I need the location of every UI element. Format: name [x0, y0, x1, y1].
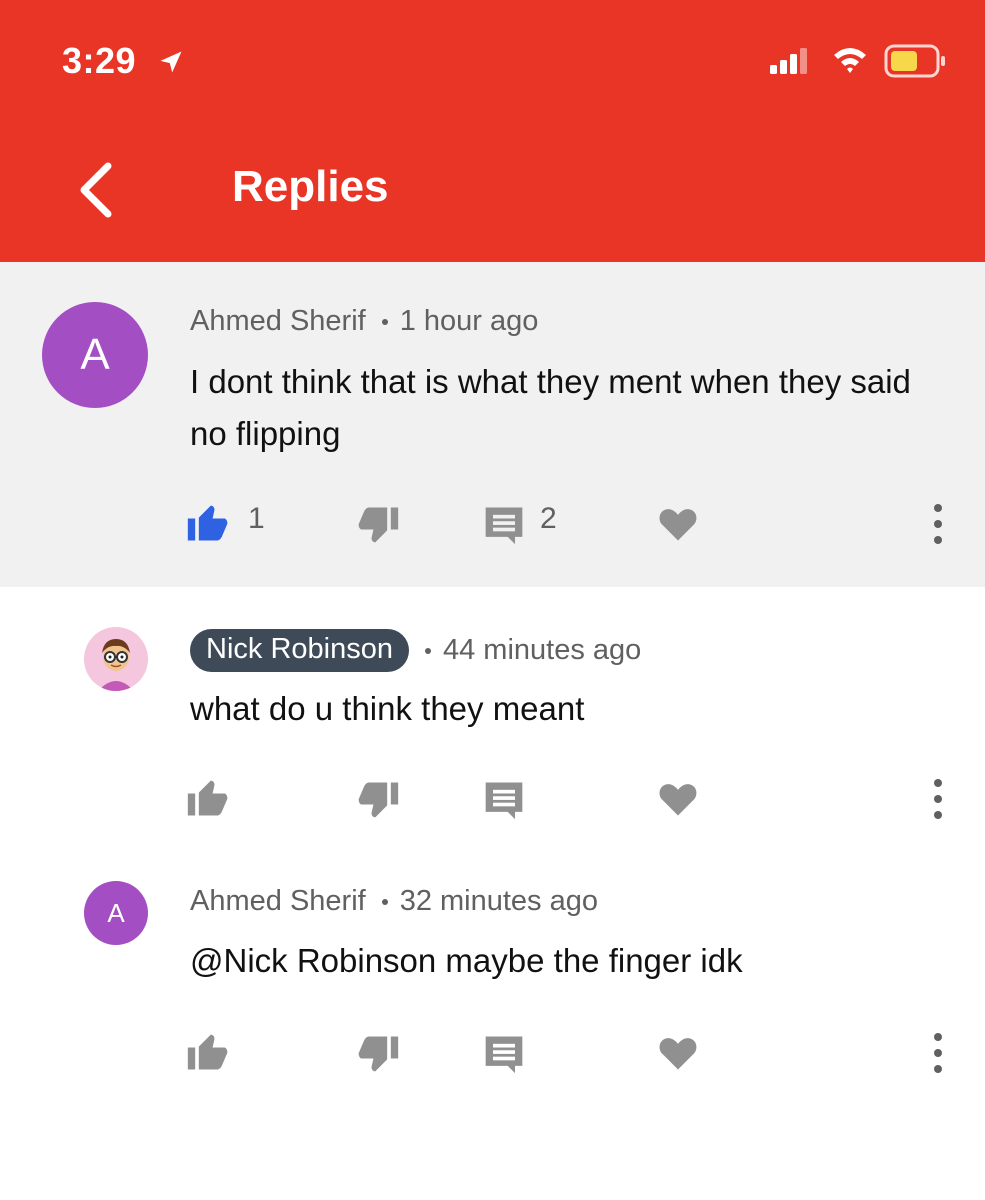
reply-count: 2 — [540, 502, 557, 535]
thumbs-up-icon[interactable] — [186, 777, 230, 821]
like-count: 1 — [248, 502, 265, 535]
avatar[interactable]: A — [42, 302, 148, 408]
more-options-icon[interactable] — [920, 502, 956, 546]
battery-icon — [884, 44, 945, 78]
comment-time: 1 hour ago — [399, 305, 539, 337]
wifi-icon — [834, 48, 866, 73]
comment-actions — [0, 1021, 985, 1081]
heart-icon[interactable] — [656, 777, 700, 821]
heart-icon[interactable] — [656, 502, 700, 546]
thumbs-up-icon[interactable] — [186, 502, 230, 546]
status-time: 3:29 — [62, 40, 137, 81]
reply-icon[interactable] — [482, 777, 526, 821]
avatar-letter: A — [107, 897, 125, 928]
more-options-icon[interactable] — [920, 777, 956, 821]
comment-time: 32 minutes ago — [399, 885, 599, 917]
comment-time: 44 minutes ago — [442, 634, 642, 666]
comment-author[interactable]: Ahmed Sherif — [190, 305, 366, 338]
cellular-signal-icon — [770, 48, 807, 74]
reply-icon[interactable] — [482, 1031, 526, 1075]
separator-dot — [381, 318, 388, 325]
location-arrow-icon — [160, 51, 182, 73]
comment-actions — [0, 767, 985, 827]
comment-author-chip[interactable]: Nick Robinson — [190, 629, 409, 672]
comment-meta: Ahmed Sherif 32 minutes ago — [190, 885, 598, 918]
thumbs-down-icon[interactable] — [356, 777, 400, 821]
comment-text: @Nick Robinson maybe the finger idk — [190, 942, 743, 979]
comment-meta: Ahmed Sherif 1 hour ago — [190, 305, 538, 338]
avatar[interactable]: A — [84, 881, 148, 945]
comment-text: what do u think they meant — [190, 690, 585, 727]
comment-actions: 1 2 — [0, 492, 985, 552]
thumbs-down-icon[interactable] — [356, 502, 400, 546]
reply-icon[interactable] — [482, 502, 526, 546]
more-options-icon[interactable] — [920, 1031, 956, 1075]
avatar[interactable] — [84, 627, 148, 691]
comment-author[interactable]: Ahmed Sherif — [190, 885, 366, 918]
parent-comment: A Ahmed Sherif 1 hour ago I dont think t… — [0, 262, 985, 587]
comment-meta: Nick Robinson 44 minutes ago — [190, 629, 641, 672]
app-header: 3:29 Replies — [0, 0, 985, 262]
page-title: Replies — [232, 162, 389, 211]
cartoon-avatar-icon — [84, 627, 148, 691]
back-arrow-icon[interactable] — [70, 160, 120, 220]
comment-text: I dont think that is what they ment when… — [190, 363, 911, 452]
reply-comment: A Ahmed Sherif 32 minutes ago @Nick Robi… — [0, 841, 985, 1101]
thumbs-down-icon[interactable] — [356, 1031, 400, 1075]
separator-dot — [381, 898, 388, 905]
avatar-letter: A — [80, 330, 110, 379]
heart-icon[interactable] — [656, 1031, 700, 1075]
separator-dot — [424, 647, 431, 654]
reply-comment: Nick Robinson 44 minutes ago what do u t… — [0, 587, 985, 841]
thumbs-up-icon[interactable] — [186, 1031, 230, 1075]
